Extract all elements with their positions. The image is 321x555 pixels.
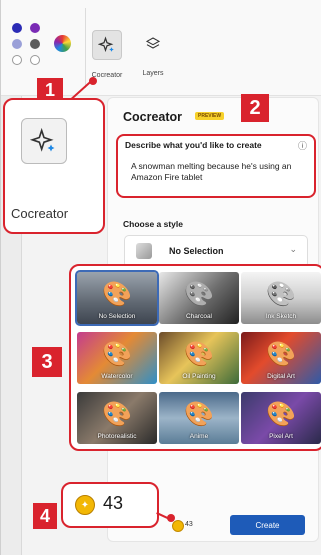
tool-cocreator[interactable]: Cocreator <box>89 30 125 79</box>
callout-number-4: 4 <box>33 503 57 529</box>
style-tile-watercolor[interactable]: 🎨 Watercolor <box>77 332 157 384</box>
callout-number-3: 3 <box>32 347 62 377</box>
toolbar-divider <box>85 8 86 88</box>
palette-icon: 🎨 <box>184 341 214 368</box>
palette-icon: 🎨 <box>102 341 132 368</box>
style-tile-photorealistic[interactable]: 🎨 Photorealistic <box>77 392 157 444</box>
style-tile-charcoal[interactable]: 🎨 Charcoal <box>159 272 239 324</box>
style-tile-label: Pixel Art <box>269 433 293 440</box>
chevron-down-icon: ⌄ <box>289 244 297 254</box>
credits-value: 43 <box>103 493 124 513</box>
palette-icon: 🎨 <box>102 281 132 308</box>
style-tile-label: Digital Art <box>267 373 295 380</box>
color-swatch-5[interactable] <box>12 55 22 65</box>
sparkle-icon <box>21 118 67 164</box>
describe-text[interactable]: A snowman melting because he's using an … <box>131 161 309 183</box>
style-tile-anime[interactable]: 🎨 Anime <box>159 392 239 444</box>
color-swatch-6[interactable] <box>30 55 40 65</box>
palette-icon: 🎨 <box>184 401 214 428</box>
tool-layers[interactable]: Layers <box>133 30 173 77</box>
info-icon[interactable]: ⓘ <box>298 139 307 152</box>
credits-count: 43 <box>185 521 193 528</box>
style-tile-pixel-art[interactable]: 🎨 Pixel Art <box>241 392 321 444</box>
tool-layers-label: Layers <box>142 70 164 77</box>
color-swatch-3[interactable] <box>12 39 22 49</box>
panel-title: Cocreator <box>123 110 183 124</box>
style-tile-label: Anime <box>189 433 209 440</box>
style-tile-label: Ink Sketch <box>265 313 297 320</box>
callout-dot-1 <box>89 77 97 85</box>
callout-credits: ✦ 43 <box>61 482 159 528</box>
layers-icon <box>139 30 167 58</box>
style-label: Choose a style <box>123 219 183 229</box>
style-thumb <box>136 243 152 259</box>
preview-badge: PREVIEW <box>195 112 225 120</box>
style-tile-label: Oil Painting <box>182 373 216 380</box>
style-tile-label: Watercolor <box>101 373 133 380</box>
callout-dot-4 <box>167 514 175 522</box>
palette-icon: 🎨 <box>266 341 296 368</box>
style-tile-digital-art[interactable]: 🎨 Digital Art <box>241 332 321 384</box>
color-swatch-1[interactable] <box>12 23 22 33</box>
style-tile-oil-painting[interactable]: 🎨 Oil Painting <box>159 332 239 384</box>
credit-coin-icon: ✦ <box>75 495 95 515</box>
palette-icon: 🎨 <box>266 401 296 428</box>
style-tile-label: No Selection <box>98 313 136 320</box>
sparkle-icon <box>92 30 122 60</box>
credit-coin-icon <box>172 520 184 532</box>
style-tile-label: Photorealistic <box>97 433 137 440</box>
color-swatch-4[interactable] <box>30 39 40 49</box>
color-wheel-icon[interactable] <box>54 35 71 52</box>
callout-cocreator-label: Cocreator <box>11 206 69 221</box>
describe-input[interactable]: Describe what you'd like to create ⓘ A s… <box>116 134 316 198</box>
style-select-value: No Selection <box>169 246 224 256</box>
style-tile-no-selection[interactable]: 🎨 No Selection <box>75 270 159 326</box>
callout-cocreator: Cocreator <box>3 98 105 234</box>
palette-icon: 🎨 <box>266 281 296 308</box>
paint-window: Cocreator Layers Cocreator PREVIEW Descr… <box>0 0 321 555</box>
color-swatch-2[interactable] <box>30 23 40 33</box>
create-button[interactable]: Create <box>230 515 305 535</box>
style-tile-ink-sketch[interactable]: 🎨 Ink Sketch <box>241 272 321 324</box>
callout-number-2: 2 <box>241 94 269 122</box>
style-grid: 🎨 No Selection 🎨 Charcoal 🎨 Ink Sketch 🎨… <box>69 264 321 451</box>
palette-icon: 🎨 <box>184 281 214 308</box>
style-tile-label: Charcoal <box>185 313 212 320</box>
palette-icon: 🎨 <box>102 401 132 428</box>
describe-label: Describe what you'd like to create <box>125 140 262 150</box>
